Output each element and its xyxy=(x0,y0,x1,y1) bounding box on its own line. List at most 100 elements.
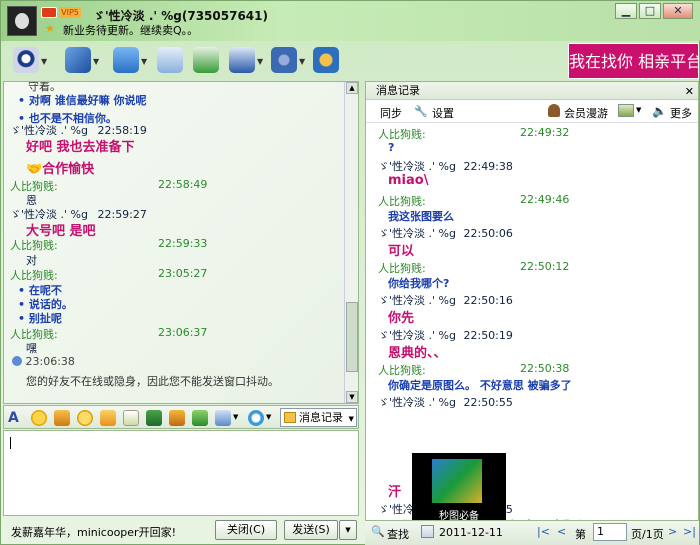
last-page-icon[interactable]: >| xyxy=(683,525,696,538)
sender-name: 人比狗贱: xyxy=(378,364,426,377)
sender-name: ゞ'性冷淡 .' %g xyxy=(378,396,456,409)
emoji-icon[interactable] xyxy=(31,410,47,426)
scroll-down-icon[interactable]: ▼ xyxy=(346,391,358,403)
send-button[interactable]: 发送(S) xyxy=(284,520,338,540)
hand-icon[interactable] xyxy=(100,410,116,426)
sender-name: ゞ'性冷淡 .' %g xyxy=(378,160,456,173)
file-transfer-icon[interactable] xyxy=(113,47,139,73)
scroll-up-icon[interactable]: ▲ xyxy=(346,82,358,94)
music-icon[interactable] xyxy=(169,410,185,426)
message-time: 22:59:27 xyxy=(97,208,147,221)
history-button[interactable]: 消息记录 ▼ xyxy=(280,408,357,427)
sender-name: 人比狗贱: xyxy=(378,262,426,275)
history-pagebar: 🔍 查找 2011-12-11 |< < 第 1 页/1页 > >| xyxy=(365,521,699,545)
date-field[interactable]: 2011-12-11 xyxy=(439,526,503,539)
shake-icon[interactable] xyxy=(77,410,93,426)
send-options-button[interactable]: ▼ xyxy=(339,520,357,540)
chevron-down-icon[interactable]: ▼ xyxy=(233,413,238,421)
history-header: 人比狗贱: 22:49:32 xyxy=(378,126,569,142)
page-label: 第 xyxy=(575,528,586,541)
history-list[interactable]: 人比狗贱: 22:49:32? ゞ'性冷淡 .' %g 22:49:38 miao\ 人… xyxy=(366,124,698,520)
chat-scrollbar[interactable]: ▲ ▼ xyxy=(344,82,358,403)
video-call-icon[interactable] xyxy=(13,47,39,73)
sender-name: ゞ'性冷淡 .' %g xyxy=(378,329,456,342)
history-icon xyxy=(284,412,296,423)
gift-icon[interactable] xyxy=(192,410,208,426)
close-icon[interactable]: ✕ xyxy=(685,83,694,101)
format-toolbar: A ▼ ▼ 消息记录 ▼ xyxy=(3,405,359,429)
message-time: 22:50:16 xyxy=(463,294,513,307)
message-text: • 对啊 谁信最好嘛 你说呢 xyxy=(18,94,147,107)
history-header: ゞ'性冷淡 .' %g 22:50:06 xyxy=(378,225,513,241)
ad-banner[interactable]: 我在找你 相亲平台 xyxy=(568,43,699,79)
close-button[interactable]: 关闭(C) xyxy=(215,520,277,540)
member-icon xyxy=(548,104,560,117)
message-input[interactable] xyxy=(3,430,359,516)
more-button[interactable]: 更多 xyxy=(670,105,692,121)
next-page-icon[interactable]: > xyxy=(668,525,677,538)
page-total: 页/1页 xyxy=(631,528,664,541)
page-input[interactable]: 1 xyxy=(593,523,627,541)
sender-name: 人比狗贱: xyxy=(10,269,58,282)
screenshot-icon[interactable] xyxy=(215,410,231,426)
search-button[interactable]: 查找 xyxy=(387,526,409,542)
message-time: 22:49:38 xyxy=(463,160,513,173)
sync-button[interactable]: 同步 xyxy=(380,105,402,121)
minimize-button[interactable]: ▁ xyxy=(615,3,637,19)
export-icon[interactable] xyxy=(618,104,634,117)
message-text: 嘿 xyxy=(26,342,37,355)
app-settings-icon[interactable] xyxy=(271,47,297,73)
close-window-button[interactable]: ✕ xyxy=(663,3,693,19)
history-header: ゞ'性冷淡 .' %g 22:50:55 xyxy=(378,394,513,410)
calendar-icon[interactable] xyxy=(421,525,434,538)
email-icon[interactable] xyxy=(157,47,183,73)
chat-history-pane[interactable]: 守着。 • 对啊 谁信最好嘛 你说呢 • 也不是不相信你。 ゞ'性冷淡 .' %g … xyxy=(3,81,359,404)
avatar[interactable] xyxy=(7,6,37,36)
chat-window: VIP5 ゞ'性冷淡 .' %g(735057641) ★ 新业务待更新。继续卖… xyxy=(0,0,700,545)
search-icon[interactable]: 🔍 xyxy=(371,525,385,538)
message-text: 🤝合作愉快 xyxy=(26,162,95,177)
vip-icon xyxy=(41,7,57,18)
remote-assist-icon[interactable] xyxy=(229,47,255,73)
settings-icon: 🔧 xyxy=(414,105,428,118)
first-page-icon[interactable]: |< xyxy=(537,525,550,538)
message-time: 23:05:27 xyxy=(158,267,208,280)
sms-icon[interactable] xyxy=(193,47,219,73)
soso-icon[interactable] xyxy=(248,410,264,426)
chevron-down-icon[interactable]: ▼ xyxy=(41,57,47,66)
picture-icon[interactable] xyxy=(146,410,162,426)
magic-emoji-icon[interactable] xyxy=(54,410,70,426)
history-title: 消息记录 ✕ xyxy=(366,82,698,100)
history-header: ゞ'性冷淡 .' %g 22:50:16 xyxy=(378,292,513,308)
chevron-down-icon[interactable]: ▼ xyxy=(636,106,641,114)
scribble-icon[interactable] xyxy=(123,410,139,426)
maximize-button[interactable]: □ xyxy=(639,3,661,19)
chevron-down-icon[interactable]: ▼ xyxy=(299,57,305,66)
history-header: ゞ'性冷淡 .' %g 22:50:19 xyxy=(378,327,513,343)
history-header: 人比狗贱: 22:50:12 xyxy=(378,260,569,276)
chevron-down-icon[interactable]: ▼ xyxy=(257,57,263,66)
prev-page-icon[interactable]: < xyxy=(557,525,566,538)
qzone-icon[interactable] xyxy=(313,47,339,73)
settings-button[interactable]: 设置 xyxy=(432,105,454,121)
history-text: 我这张图要么 xyxy=(388,210,454,223)
font-icon[interactable]: A xyxy=(8,410,24,426)
chevron-down-icon[interactable]: ▼ xyxy=(93,57,99,66)
history-header: ゞ'性冷淡 .' %g 22:49:38 xyxy=(378,158,513,174)
chevron-down-icon[interactable]: ▼ xyxy=(141,57,147,66)
chevron-down-icon: ▼ xyxy=(348,415,354,423)
message-header: 人比狗贱: 22:59:33 xyxy=(10,237,207,253)
speaker-icon[interactable]: 🔈 xyxy=(652,104,667,118)
message-text: 好吧 我也去准备下 xyxy=(26,140,135,155)
scroll-thumb[interactable] xyxy=(346,302,358,372)
text-caret xyxy=(10,437,11,449)
status-promo[interactable]: 发薪嘉年华，minicooper开回家! xyxy=(11,524,176,540)
history-text: miao\ xyxy=(388,173,429,188)
roam-button[interactable]: 会员漫游 xyxy=(564,105,608,121)
history-pane: 消息记录 ✕ 同步 🔧 设置 会员漫游 ▼ 🔈 更多 人比狗贱: 22:49:32… xyxy=(365,81,699,521)
sender-name: 人比狗贱: xyxy=(378,195,426,208)
voice-call-icon[interactable] xyxy=(65,47,91,73)
image-thumbnail[interactable]: 秒图必备 xyxy=(412,453,506,520)
bottom-bar: 发薪嘉年华，minicooper开回家! 关闭(C) 发送(S) ▼ xyxy=(3,517,359,544)
chevron-down-icon[interactable]: ▼ xyxy=(266,413,271,421)
